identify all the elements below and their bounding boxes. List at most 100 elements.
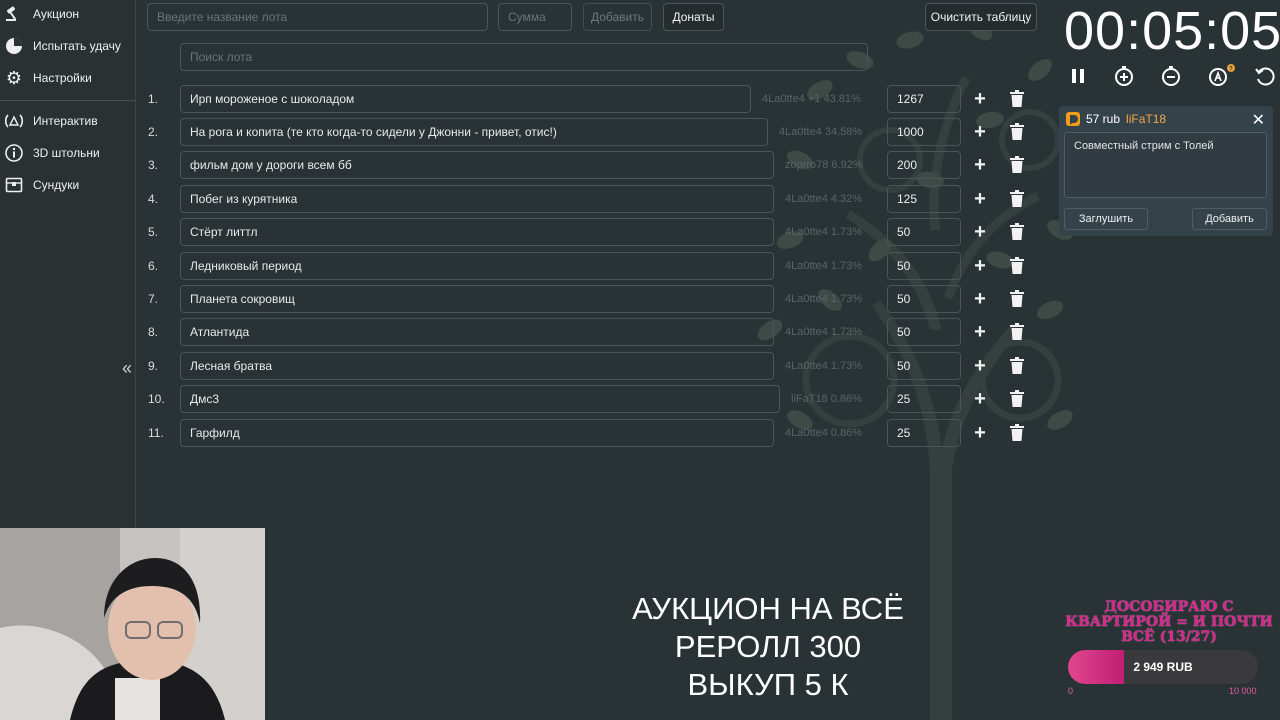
add-amount-button[interactable]: +	[970, 221, 990, 244]
overlay-line: РЕРОЛЛ 300	[674, 629, 862, 664]
trash-icon[interactable]	[1009, 190, 1025, 208]
lot-number: 3.	[148, 158, 159, 172]
sidebar-item-3d-mines[interactable]: 3D штольни	[0, 137, 135, 169]
add-amount-button[interactable]: +	[970, 288, 990, 311]
sidebar-item-settings[interactable]: ⚙ Настройки	[0, 62, 135, 94]
lot-name-field[interactable]: Ледниковый период	[180, 252, 774, 280]
lot-name-field[interactable]: Гарфилд	[180, 419, 774, 447]
add-time-icon[interactable]	[1112, 64, 1136, 88]
donation-amount: 57 rub	[1086, 112, 1121, 126]
trash-icon[interactable]	[1009, 357, 1025, 375]
trash-icon[interactable]	[1009, 323, 1025, 341]
add-amount-button[interactable]: +	[970, 355, 990, 378]
sidebar-item-auction[interactable]: Аукцион	[0, 0, 135, 30]
lot-name-field[interactable]: Атлантида	[180, 318, 774, 346]
svg-text:?: ?	[1229, 67, 1233, 73]
lot-name-field[interactable]: Побег из курятника	[180, 185, 774, 213]
add-amount-button[interactable]: +	[970, 388, 990, 411]
trash-icon[interactable]	[1009, 123, 1025, 141]
trash-icon[interactable]	[1009, 156, 1025, 174]
trash-icon[interactable]	[1009, 390, 1025, 408]
lot-name-field[interactable]: Планета сокровищ	[180, 285, 774, 313]
add-amount-button[interactable]: +	[970, 321, 990, 344]
add-lot-button[interactable]: Добавить	[583, 3, 652, 31]
trash-icon[interactable]	[1009, 223, 1025, 241]
add-amount-button[interactable]: +	[970, 422, 990, 445]
lot-amount-field[interactable]: 25	[887, 385, 961, 413]
lot-amount-field[interactable]: 200	[887, 151, 961, 179]
lot-amount-field[interactable]: 50	[887, 318, 961, 346]
stopwatch-icon[interactable]: ?	[1206, 64, 1236, 88]
table-row: 5. Стёрт литтл 4La0tte4 1.73% 50 +	[146, 218, 1036, 246]
lot-meta: liFaT18 0.86%	[791, 393, 862, 405]
lot-amount-field[interactable]: 50	[887, 218, 961, 246]
lot-amount-field[interactable]: 1000	[887, 118, 961, 146]
lot-name-field[interactable]: Ирп мороженое с шоколадом	[180, 85, 751, 113]
table-row: 9. Лесная братва 4La0tte4 1.73% 50 +	[146, 352, 1036, 380]
trash-icon[interactable]	[1009, 90, 1025, 108]
donation-header: 57 rub liFaT18	[1066, 112, 1166, 126]
webcam-feed	[0, 528, 265, 720]
lot-number: 9.	[148, 359, 159, 373]
search-lot-input[interactable]	[180, 43, 868, 71]
table-row: 7. Планета сокровищ 4La0tte4 1.73% 50 +	[146, 285, 1036, 313]
lot-number: 6.	[148, 259, 159, 273]
lot-amount-field[interactable]: 50	[887, 252, 961, 280]
lot-number: 7.	[148, 292, 159, 306]
lot-name-field[interactable]: Лесная братва	[180, 352, 774, 380]
table-row: 6. Ледниковый период 4La0tte4 1.73% 50 +	[146, 252, 1036, 280]
lot-name-field[interactable]: На рога и копита (те кто когда-то сидели…	[180, 118, 768, 146]
add-amount-button[interactable]: +	[970, 188, 990, 211]
lot-number: 11.	[148, 426, 164, 440]
sidebar-item-label: Настройки	[33, 71, 92, 85]
overlay-line: АУКЦИОН НА ВСЁ	[632, 591, 904, 626]
add-amount-button[interactable]: +	[970, 121, 990, 144]
collapse-sidebar-button[interactable]: «	[122, 358, 132, 379]
donation-card: 57 rub liFaT18 ✕ Совместный стрим с Толе…	[1059, 106, 1273, 236]
gear-icon: ⚙	[5, 67, 23, 88]
add-amount-button[interactable]: +	[970, 88, 990, 111]
trash-icon[interactable]	[1009, 290, 1025, 308]
lot-number: 10.	[148, 392, 165, 406]
sidebar-item-label: 3D штольни	[33, 146, 100, 160]
table-row: 8. Атлантида 4La0tte4 1.73% 50 +	[146, 318, 1036, 346]
mute-button[interactable]: Заглушить	[1064, 208, 1148, 230]
sidebar-item-luck[interactable]: Испытать удачу	[0, 30, 135, 62]
table-row: 4. Побег из курятника 4La0tte4 4.32% 125…	[146, 185, 1036, 213]
pie-chart-icon	[4, 36, 24, 56]
sidebar-item-interactive[interactable]: Интерактив	[0, 105, 135, 137]
lot-name-field[interactable]: фильм дом у дороги всем бб	[180, 151, 774, 179]
table-row: 11. Гарфилд 4La0tte4 0.86% 25 +	[146, 419, 1036, 447]
lot-number: 1.	[148, 92, 159, 106]
lot-amount-field[interactable]: 50	[887, 285, 961, 313]
close-icon[interactable]: ✕	[1252, 110, 1265, 130]
add-donation-button[interactable]: Добавить	[1192, 208, 1267, 230]
reset-icon[interactable]	[1253, 64, 1277, 88]
clear-table-button[interactable]: Очистить таблицу	[925, 3, 1037, 31]
sidebar-item-chests[interactable]: Сундуки	[0, 169, 135, 201]
add-amount-button[interactable]: +	[970, 154, 990, 177]
lot-amount-field[interactable]: 50	[887, 352, 961, 380]
sum-input[interactable]	[498, 3, 572, 31]
lot-meta: 4La0tte4 1.73%	[785, 360, 863, 372]
goal-min: 0	[1068, 686, 1074, 696]
table-row: 2. На рога и копита (те кто когда-то сид…	[146, 118, 1036, 146]
add-amount-button[interactable]: +	[970, 255, 990, 278]
lot-name-input[interactable]	[147, 3, 488, 31]
lot-name-field[interactable]: Стёрт литтл	[180, 218, 774, 246]
subtract-time-icon[interactable]	[1159, 64, 1183, 88]
trash-icon[interactable]	[1009, 257, 1025, 275]
goal-title: ДОСОБИРАЮ С КВАРТИРОЙ = И ПОЧТИ ВСЁ (13/…	[1065, 599, 1273, 645]
gavel-icon	[4, 4, 24, 24]
donation-message[interactable]: Совместный стрим с Толей	[1064, 132, 1267, 198]
donations-button[interactable]: Донаты	[663, 3, 724, 31]
pause-icon[interactable]	[1066, 64, 1090, 88]
lot-name-field[interactable]: Дмс3	[180, 385, 780, 413]
lot-amount-field[interactable]: 1267	[887, 85, 961, 113]
lot-amount-field[interactable]: 25	[887, 419, 961, 447]
lot-amount-field[interactable]: 125	[887, 185, 961, 213]
lot-meta: zoprro78 6.92%	[785, 159, 863, 171]
trash-icon[interactable]	[1009, 424, 1025, 442]
stream-overlay-text: АУКЦИОН НА ВСЁ РЕРОЛЛ 300 ВЫКУП 5 К	[568, 590, 968, 704]
lot-number: 8.	[148, 325, 159, 339]
